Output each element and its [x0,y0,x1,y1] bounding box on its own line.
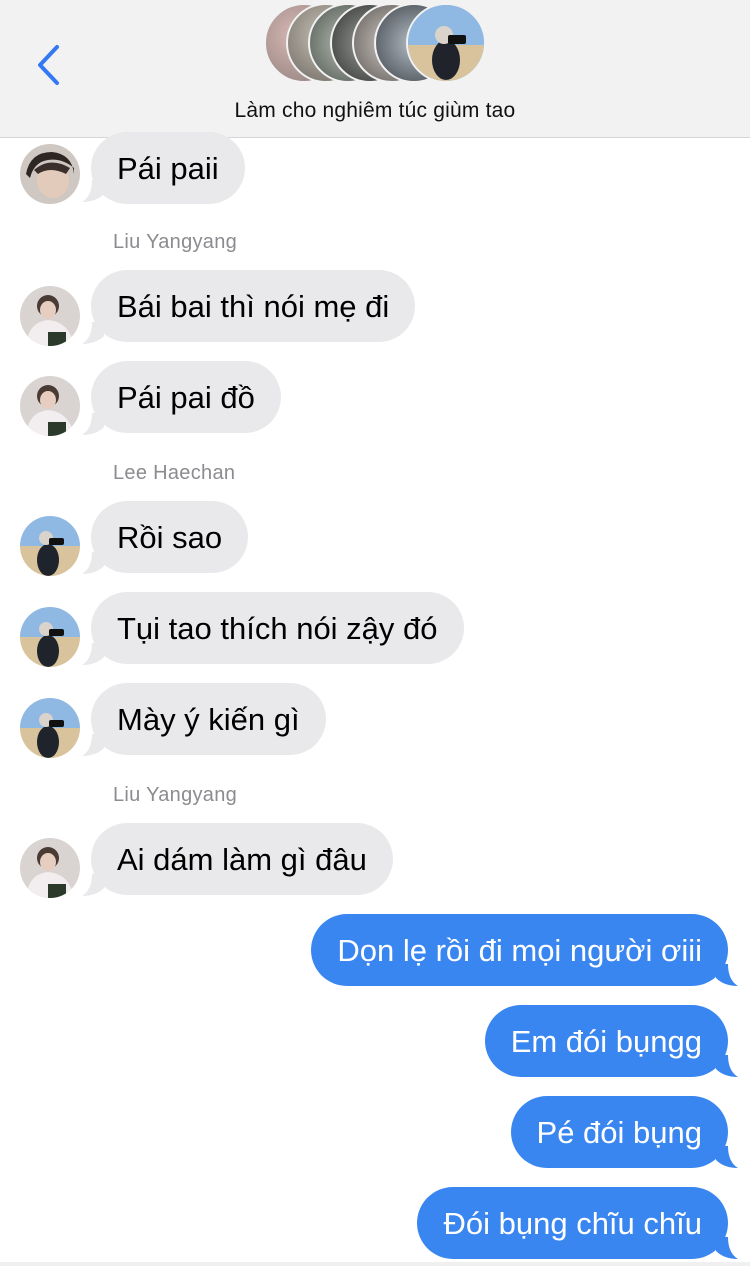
group-title[interactable]: Làm cho nghiêm túc giùm tao [0,99,750,123]
chevron-left-icon [38,45,59,85]
bottom-edge [0,1262,750,1266]
sender-avatar[interactable] [20,286,80,346]
sender-name: Liu Yangyang [113,231,238,253]
conversation-header: Làm cho nghiêm túc giùm tao [0,0,750,138]
incoming-message[interactable]: Rồi sao [91,501,249,573]
outgoing-message[interactable]: Dọn lẹ rồi đi mọi người ơiii [311,914,728,986]
bubble-tail [716,964,738,986]
back-button[interactable] [28,40,68,90]
sender-avatar[interactable] [20,607,80,667]
bubble-tail [716,1237,738,1259]
incoming-message[interactable]: Ai dám làm gì đâu [91,823,393,895]
sender-avatar[interactable] [20,376,80,436]
sender-avatar[interactable] [20,838,80,898]
incoming-message[interactable]: Pái paii [91,132,245,204]
incoming-message[interactable]: Mày ý kiến gì [91,683,326,755]
outgoing-message[interactable]: Pé đói bụng [510,1096,728,1168]
outgoing-message[interactable]: Đói bụng chĩu chĩu [417,1187,728,1259]
sender-name: Liu Yangyang [113,784,238,806]
sender-avatar[interactable] [20,698,80,758]
sender-name: Lee Haechan [113,462,236,484]
incoming-message[interactable]: Bái bai thì nói mẹ đi [91,270,416,342]
incoming-message[interactable]: Pái pai đồ [91,361,281,433]
bubble-tail [716,1055,738,1077]
sender-avatar[interactable] [20,144,80,204]
bubble-tail [716,1146,738,1168]
message-list[interactable]: Pái paii Liu Yangyang Bái bai thì nói mẹ… [0,132,750,1266]
outgoing-message[interactable]: Em đói bụngg [484,1005,728,1077]
sender-avatar[interactable] [20,516,80,576]
group-avatar-stack[interactable] [264,3,486,85]
participant-avatar [406,3,486,83]
incoming-message[interactable]: Tụi tao thích nói zậy đó [91,592,464,664]
